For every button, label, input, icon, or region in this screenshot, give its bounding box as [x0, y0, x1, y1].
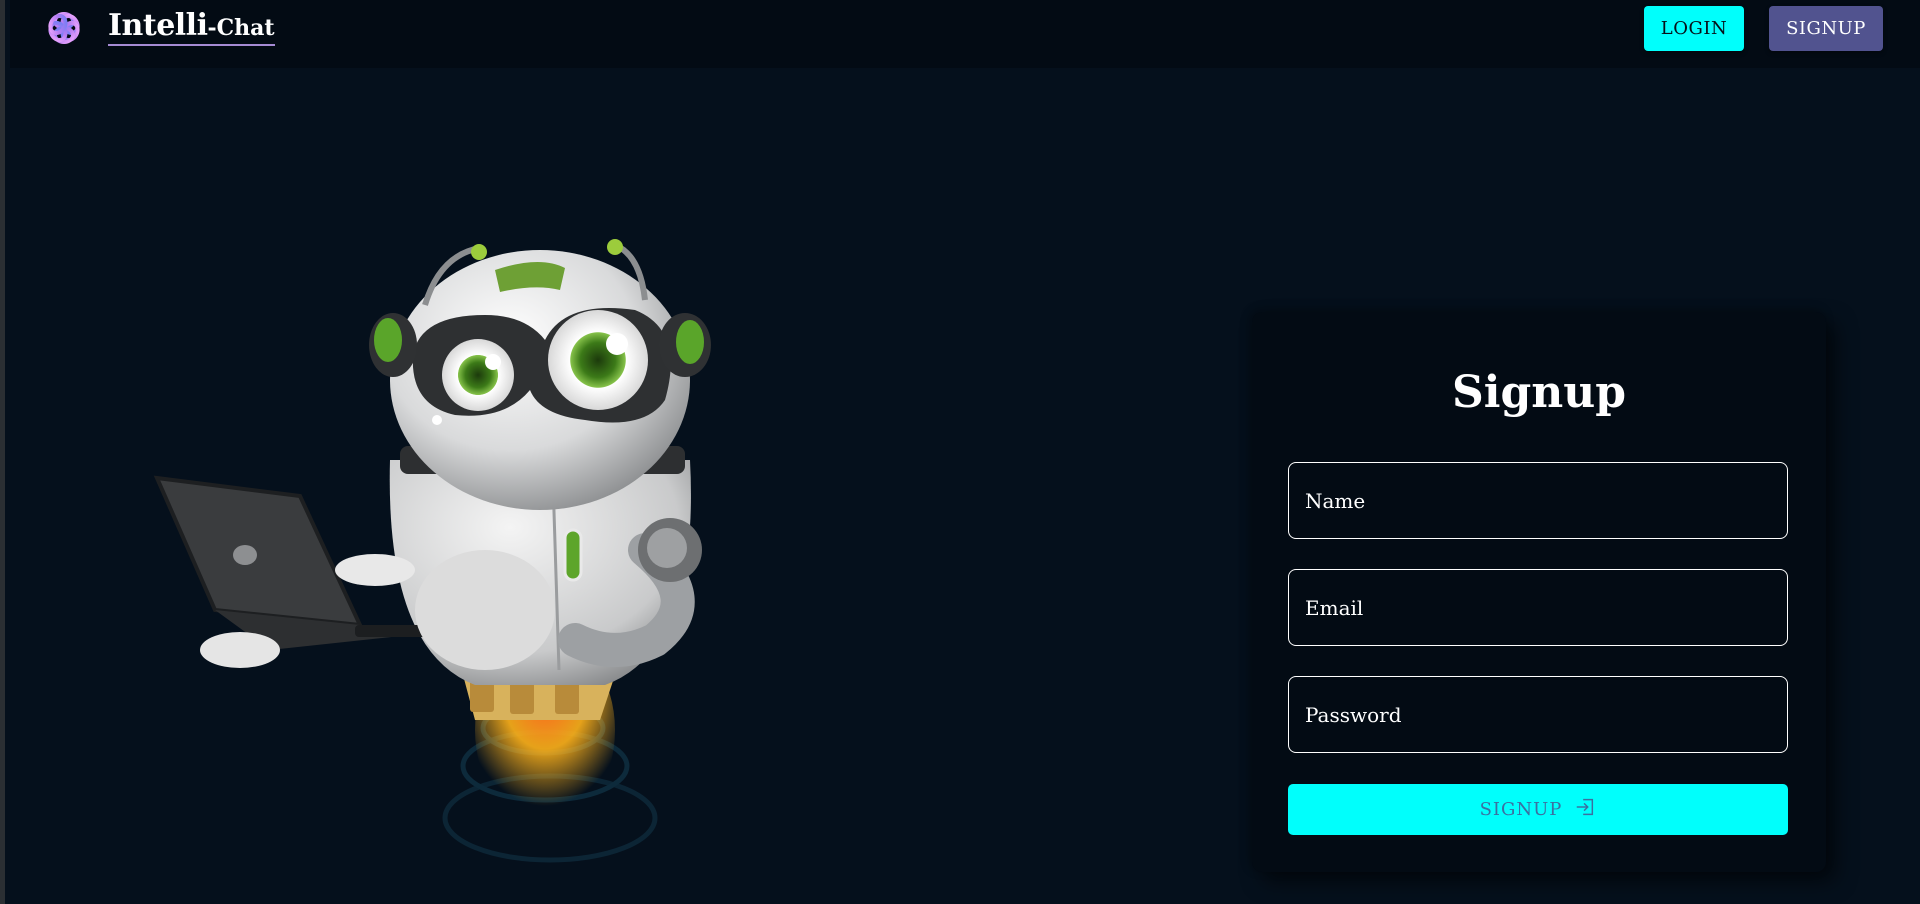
brand-name[interactable]: Intelli -Chat	[108, 8, 275, 46]
login-button[interactable]: LOGIN	[1644, 6, 1744, 51]
login-arrow-icon	[1574, 796, 1596, 823]
signup-nav-button[interactable]: SIGNUP	[1769, 6, 1883, 51]
signup-title: Signup	[1451, 367, 1626, 418]
password-field[interactable]	[1288, 676, 1788, 753]
signup-submit-button[interactable]: SIGNUP	[1288, 784, 1788, 835]
signup-card: Signup SIGNUP	[1252, 312, 1826, 872]
top-header: Intelli -Chat LOGIN SIGNUP	[10, 0, 1920, 68]
brand-name-sub: -Chat	[207, 15, 275, 41]
brand-name-main: Intelli	[108, 8, 208, 43]
robot-illustration	[145, 230, 725, 880]
app-frame: Intelli -Chat LOGIN SIGNUP Signup Name E…	[0, 0, 1920, 904]
signup-submit-label: SIGNUP	[1479, 799, 1563, 820]
email-field[interactable]	[1288, 569, 1788, 646]
name-field[interactable]	[1288, 462, 1788, 539]
brand-logo-icon[interactable]	[40, 4, 88, 52]
